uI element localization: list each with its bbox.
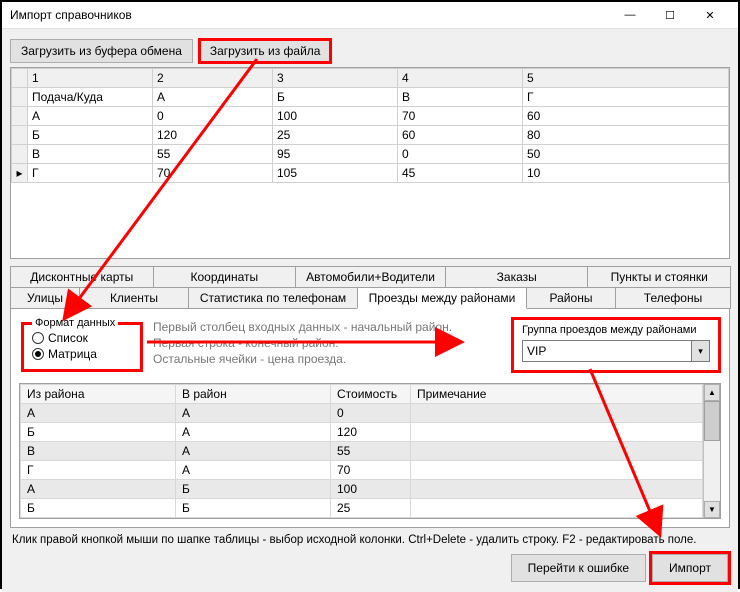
window: Импорт справочников — ☐ ✕ Загрузить из б…	[0, 0, 740, 589]
route-group-combo[interactable]: VIP ▾	[522, 340, 710, 362]
row-marker	[12, 126, 28, 145]
radio-list[interactable]: Список	[32, 331, 132, 345]
tab-discount-cards[interactable]: Дисконтные карты	[10, 266, 154, 287]
tabs: Дисконтные карты Координаты Автомобили+В…	[10, 265, 730, 308]
scroll-down-icon[interactable]: ▼	[704, 501, 720, 518]
tab-clients[interactable]: Клиенты	[79, 287, 189, 309]
titlebar: Импорт справочников — ☐ ✕	[2, 2, 738, 29]
table-row[interactable]: Подача/Куда А Б В Г	[12, 88, 729, 107]
maximize-button[interactable]: ☐	[650, 2, 690, 28]
window-title: Импорт справочников	[10, 8, 610, 22]
tab-districts[interactable]: Районы	[526, 287, 616, 309]
radio-matrix[interactable]: Матрица	[32, 347, 132, 361]
data-format-group: Формат данных Список Матрица	[21, 317, 143, 372]
tab-phone-stats[interactable]: Статистика по телефонам	[188, 287, 358, 309]
col-header[interactable]: 4	[398, 69, 523, 88]
col-header[interactable]: 2	[153, 69, 273, 88]
table-row[interactable]: А 0 100 70 60	[12, 107, 729, 126]
tab-points-parking[interactable]: Пункты и стоянки	[587, 266, 731, 287]
table-row[interactable]: ББ25	[21, 499, 703, 518]
format-legend: Формат данных	[32, 317, 118, 329]
table-row[interactable]: АА0	[21, 404, 703, 423]
tab-coordinates[interactable]: Координаты	[153, 266, 297, 287]
table-row[interactable]: ГА70	[21, 461, 703, 480]
col-header[interactable]: 1	[28, 69, 153, 88]
scroll-thumb[interactable]	[704, 401, 720, 441]
combo-value: VIP	[523, 344, 691, 358]
input-grid[interactable]: 1 2 3 4 5 Подача/Куда А Б В Г А	[10, 67, 730, 259]
grid-header-row[interactable]: Из района В район Стоимость Примечание	[21, 385, 703, 404]
minimize-button[interactable]: —	[610, 2, 650, 28]
tab-orders[interactable]: Заказы	[445, 266, 589, 287]
chevron-down-icon[interactable]: ▾	[691, 341, 709, 361]
grid-header-row: 1 2 3 4 5	[12, 69, 729, 88]
result-grid[interactable]: Из района В район Стоимость Примечание А…	[19, 383, 721, 519]
row-marker-current: ▸	[12, 164, 28, 183]
tab-routes-between-districts[interactable]: Проезды между районами	[357, 287, 527, 309]
table-row[interactable]: Б 120 25 60 80	[12, 126, 729, 145]
radio-label: Матрица	[48, 347, 97, 361]
col-header-to[interactable]: В район	[176, 385, 331, 404]
col-header-cost[interactable]: Стоимость	[331, 385, 411, 404]
scroll-up-icon[interactable]: ▲	[704, 384, 720, 401]
col-header[interactable]: 5	[523, 69, 729, 88]
tab-streets[interactable]: Улицы	[10, 287, 80, 309]
row-marker	[12, 107, 28, 126]
format-description: Первый столбец входных данных - начальны…	[153, 317, 503, 368]
col-header[interactable]: 3	[273, 69, 398, 88]
col-header-from[interactable]: Из района	[21, 385, 176, 404]
tab-cars-drivers[interactable]: Автомобили+Водители	[295, 266, 446, 287]
load-clipboard-button[interactable]: Загрузить из буфера обмена	[10, 39, 193, 63]
tab-phones[interactable]: Телефоны	[615, 287, 731, 309]
route-group-box: Группа проездов между районами VIP ▾	[511, 317, 721, 373]
tab-panel: Формат данных Список Матрица Первый стол…	[10, 308, 730, 528]
goto-error-button[interactable]: Перейти к ошибке	[511, 554, 646, 582]
scrollbar[interactable]: ▲ ▼	[703, 384, 720, 518]
radio-icon	[32, 348, 44, 360]
content-area: Загрузить из буфера обмена Загрузить из …	[2, 29, 738, 592]
table-row[interactable]: АБ100	[21, 480, 703, 499]
table-row[interactable]: ВА55	[21, 442, 703, 461]
hint-text: Клик правой кнопкой мыши по шапке таблиц…	[10, 528, 730, 552]
row-marker	[12, 88, 28, 107]
grid-corner	[12, 69, 28, 88]
table-row[interactable]: В 55 95 0 50	[12, 145, 729, 164]
radio-icon	[32, 332, 44, 344]
close-button[interactable]: ✕	[690, 2, 730, 28]
col-header-note[interactable]: Примечание	[411, 385, 703, 404]
route-group-label: Группа проездов между районами	[522, 324, 710, 336]
table-row[interactable]: БА120	[21, 423, 703, 442]
import-button[interactable]: Импорт	[652, 554, 728, 582]
load-file-button[interactable]: Загрузить из файла	[199, 39, 332, 63]
row-marker	[12, 145, 28, 164]
toolbar: Загрузить из буфера обмена Загрузить из …	[10, 39, 730, 63]
radio-label: Список	[48, 331, 88, 345]
table-row[interactable]: ▸ Г 70 105 45 10	[12, 164, 729, 183]
footer: Перейти к ошибке Импорт	[10, 552, 730, 584]
